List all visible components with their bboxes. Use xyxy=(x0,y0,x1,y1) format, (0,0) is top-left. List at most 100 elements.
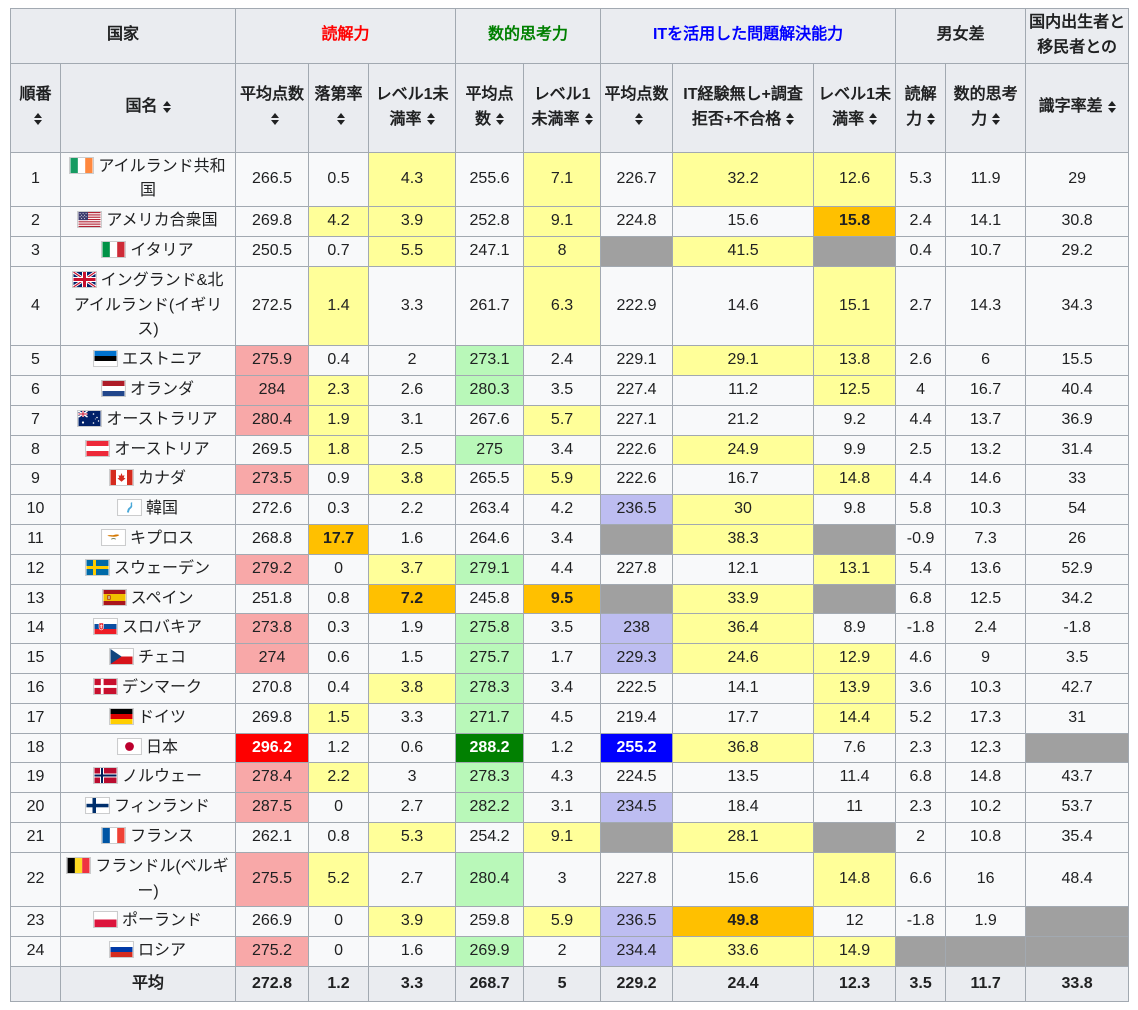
country-cell: デンマーク xyxy=(61,673,236,703)
country-name: スロバキア xyxy=(122,619,202,636)
col-header-reading-below-l1[interactable]: レベル1未満率 xyxy=(369,63,456,152)
col-label: レベル1未満率 xyxy=(532,86,591,128)
cell-reading-below-l1: 1.6 xyxy=(369,937,456,967)
cell-numeracy-avg: 278.3 xyxy=(456,673,524,703)
usa-flag-icon xyxy=(78,212,101,227)
avg-reading-avg: 272.8 xyxy=(236,966,309,1001)
country-cell: イングランド&北アイルランド(イギリス) xyxy=(61,266,236,345)
country-name: アメリカ合衆国 xyxy=(106,212,217,229)
cell-it-no-exp: 16.7 xyxy=(673,465,814,495)
rank-cell: 15 xyxy=(11,644,61,674)
col-header-gender-numeracy[interactable]: 数的思考力 xyxy=(946,63,1026,152)
table-row: 24ロシア275.201.6269.92234.433.614.9 xyxy=(11,937,1129,967)
cell-numeracy-below-l1: 4.3 xyxy=(524,763,601,793)
flanders-flag-icon xyxy=(67,858,90,873)
rank-cell: 13 xyxy=(11,584,61,614)
country-cell: チェコ xyxy=(61,644,236,674)
country-cell: オーストリア xyxy=(61,435,236,465)
cell-numeracy-below-l1: 6.3 xyxy=(524,266,601,345)
cell-it-no-exp: 15.6 xyxy=(673,852,814,907)
cell-numeracy-below-l1: 3.4 xyxy=(524,524,601,554)
cell-gender-numeracy: 16.7 xyxy=(946,375,1026,405)
col-label: 国名 xyxy=(126,98,158,115)
header-columns-row: 順番 国名 平均点数 落第率 レベル1未満率 平均点数 レベル1未満率 平均点数… xyxy=(11,63,1129,152)
cell-gender-reading: 6.8 xyxy=(896,763,946,793)
australia-flag-icon xyxy=(78,411,101,426)
cell-numeracy-avg: 280.4 xyxy=(456,852,524,907)
cell-it-avg: 227.8 xyxy=(601,554,673,584)
avg-gender-numeracy: 11.7 xyxy=(946,966,1026,1001)
cell-reading-below-l1: 2.6 xyxy=(369,375,456,405)
col-label: レベル1未満率 xyxy=(376,86,449,128)
cell-literacy-gap: 30.8 xyxy=(1026,207,1129,237)
rank-cell: 9 xyxy=(11,465,61,495)
country-cell: フランドル(ベルギー) xyxy=(61,852,236,907)
cell-it-no-exp: 13.5 xyxy=(673,763,814,793)
cell-literacy-gap: 29 xyxy=(1026,152,1129,207)
cell-numeracy-below-l1: 3.5 xyxy=(524,375,601,405)
cell-it-below-l1 xyxy=(814,524,896,554)
col-header-numeracy-below-l1[interactable]: レベル1未満率 xyxy=(524,63,601,152)
cell-it-below-l1: 12 xyxy=(814,907,896,937)
cell-numeracy-avg: 275.8 xyxy=(456,614,524,644)
cell-reading-below-l1: 2.7 xyxy=(369,793,456,823)
cell-gender-numeracy: 10.3 xyxy=(946,495,1026,525)
avg-numeracy-avg: 268.7 xyxy=(456,966,524,1001)
col-header-it-no-exp[interactable]: IT経験無し+調査拒否+不合格 xyxy=(673,63,814,152)
cell-gender-numeracy: 12.5 xyxy=(946,584,1026,614)
cell-reading-avg: 279.2 xyxy=(236,554,309,584)
col-header-numeracy-avg[interactable]: 平均点数 xyxy=(456,63,524,152)
cell-literacy-gap: 43.7 xyxy=(1026,763,1129,793)
col-header-it-below-l1[interactable]: レベル1未満率 xyxy=(814,63,896,152)
table-row: 5エストニア275.90.42273.12.4229.129.113.82.66… xyxy=(11,346,1129,376)
germany-flag-icon xyxy=(110,709,133,724)
country-cell: ロシア xyxy=(61,937,236,967)
cell-reading-below-l1: 3.9 xyxy=(369,907,456,937)
table-row: 15チェコ2740.61.5275.71.7229.324.612.94.693… xyxy=(11,644,1129,674)
cell-it-no-exp: 32.2 xyxy=(673,152,814,207)
cell-literacy-gap: 34.3 xyxy=(1026,266,1129,345)
table-row: 22フランドル(ベルギー)275.55.22.7280.43227.815.61… xyxy=(11,852,1129,907)
header-group-row: 国家 読解力 数的思考力 ITを活用した問題解決能力 男女差 国内出生者と移民者… xyxy=(11,9,1129,64)
sort-icon xyxy=(427,113,435,125)
table-row: 17ドイツ269.81.53.3271.74.5219.417.714.45.2… xyxy=(11,703,1129,733)
avg-literacy-gap: 33.8 xyxy=(1026,966,1129,1001)
rank-cell: 10 xyxy=(11,495,61,525)
col-header-reading-fail[interactable]: 落第率 xyxy=(309,63,369,152)
cell-it-below-l1 xyxy=(814,822,896,852)
cell-it-avg: 227.4 xyxy=(601,375,673,405)
col-header-reading-avg[interactable]: 平均点数 xyxy=(236,63,309,152)
col-header-gender-reading[interactable]: 読解力 xyxy=(896,63,946,152)
cell-it-no-exp: 33.6 xyxy=(673,937,814,967)
rank-cell: 4 xyxy=(11,266,61,345)
cell-reading-avg: 272.6 xyxy=(236,495,309,525)
col-header-country[interactable]: 国名 xyxy=(61,63,236,152)
cell-numeracy-below-l1: 2 xyxy=(524,937,601,967)
cell-gender-reading: 2 xyxy=(896,822,946,852)
cell-reading-avg: 269.8 xyxy=(236,703,309,733)
country-name: スウェーデン xyxy=(114,560,210,577)
cell-reading-avg: 250.5 xyxy=(236,236,309,266)
cell-reading-avg: 275.2 xyxy=(236,937,309,967)
country-cell: アメリカ合衆国 xyxy=(61,207,236,237)
avg-reading-below-l1: 3.3 xyxy=(369,966,456,1001)
estonia-flag-icon xyxy=(94,351,117,366)
table-row: 23ポーランド266.903.9259.85.9236.549.812-1.81… xyxy=(11,907,1129,937)
col-header-literacy-gap[interactable]: 識字率差 xyxy=(1026,63,1129,152)
cell-gender-numeracy: 10.7 xyxy=(946,236,1026,266)
country-name: チェコ xyxy=(138,649,186,666)
cell-reading-below-l1: 5.5 xyxy=(369,236,456,266)
rank-cell: 17 xyxy=(11,703,61,733)
sort-icon xyxy=(786,113,794,125)
cell-reading-fail: 0.7 xyxy=(309,236,369,266)
col-header-rank[interactable]: 順番 xyxy=(11,63,61,152)
rank-cell: 18 xyxy=(11,733,61,763)
table-footer: 平均272.81.23.3268.75229.224.412.33.511.73… xyxy=(11,966,1129,1001)
cell-reading-fail: 0.6 xyxy=(309,644,369,674)
col-header-it-avg[interactable]: 平均点数 xyxy=(601,63,673,152)
cell-it-below-l1: 15.1 xyxy=(814,266,896,345)
cell-it-avg xyxy=(601,236,673,266)
cell-it-below-l1: 14.8 xyxy=(814,852,896,907)
cell-reading-avg: 266.9 xyxy=(236,907,309,937)
cell-literacy-gap: 31.4 xyxy=(1026,435,1129,465)
